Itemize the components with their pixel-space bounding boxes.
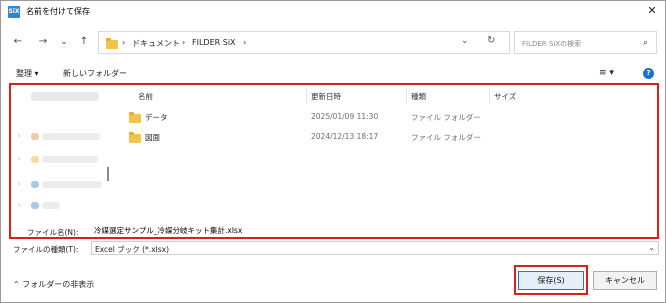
filetype-select[interactable]: Excel ブック (*.xlsx) ⌄ [91, 241, 659, 255]
back-arrow-icon[interactable]: ← [11, 35, 25, 49]
column-header-modified[interactable]: 更新日時 [311, 91, 341, 102]
column-divider[interactable] [406, 88, 407, 104]
dialog-title: 名前を付けて保存 [26, 7, 90, 16]
organize-menu[interactable]: 整理 ▾ [16, 68, 39, 79]
file-modified: 2025/01/09 11:30 [311, 112, 379, 121]
column-header-size[interactable]: サイズ [494, 91, 516, 102]
save-as-dialog: SiX 名前を付けて保存 ✕ ← → ⌄ ↑ › ドキュメント › FILDER… [0, 0, 666, 303]
chevron-down-icon[interactable]: ⌄ [648, 243, 655, 252]
hide-folders-toggle[interactable]: ⌃ フォルダーの非表示 [13, 279, 94, 290]
tree-expand-icon[interactable]: › [18, 155, 21, 163]
navigation-pane[interactable]: › › › › [11, 85, 109, 237]
title-bar: SiX 名前を付けて保存 ✕ [1, 1, 665, 23]
cancel-button[interactable]: キャンセル [593, 271, 657, 290]
tree-expand-icon[interactable]: › [18, 201, 21, 209]
file-name[interactable]: データ [145, 112, 168, 123]
filetype-value[interactable]: Excel ブック (*.xlsx) [95, 244, 169, 255]
folder-icon [106, 38, 118, 49]
search-box[interactable]: FILDER SiXの検索 ⌕ [514, 31, 657, 54]
breadcrumb-separator[interactable]: › [122, 38, 125, 47]
nav-item-blurred[interactable] [42, 181, 102, 188]
nav-item-icon-blurred [31, 156, 39, 163]
filename-label: ファイル名(N): [27, 228, 79, 237]
address-bar[interactable]: › ドキュメント › FILDER SiX › ⌄ ↻ [98, 31, 510, 54]
column-header-name[interactable]: 名前 [138, 91, 153, 102]
navigation-scrollbar[interactable] [107, 167, 109, 181]
nav-item-blurred[interactable] [42, 156, 98, 163]
new-folder-button[interactable]: 新しいフォルダー [63, 68, 127, 79]
file-name[interactable]: 図面 [145, 132, 160, 143]
folder-icon [129, 112, 141, 123]
recent-locations-chevron-icon[interactable]: ⌄ [57, 35, 71, 49]
breadcrumb-documents[interactable]: ドキュメント [132, 38, 180, 49]
filename-input[interactable]: 冷媒選定サンプル_冷媒分岐キット集計.xlsx [91, 223, 657, 237]
view-options-icon[interactable]: ≡ ▾ [599, 68, 614, 78]
nav-item-blurred[interactable] [42, 133, 100, 140]
search-placeholder[interactable]: FILDER SiXの検索 [522, 39, 581, 49]
filetype-label: ファイルの種類(T): [13, 245, 79, 254]
file-browser-panel: › › › › 名前 更新日時 種類 サイズ データ 2025/01/09 11… [9, 83, 659, 239]
folder-icon [129, 132, 141, 143]
breadcrumb-filder-six[interactable]: FILDER SiX [192, 38, 236, 47]
forward-arrow-icon[interactable]: → [36, 35, 50, 49]
address-dropdown-icon[interactable]: ⌄ [461, 36, 469, 46]
nav-item-blurred[interactable] [31, 92, 99, 101]
column-divider[interactable] [489, 88, 490, 104]
nav-item-blurred[interactable] [42, 202, 60, 209]
up-arrow-icon[interactable]: ↑ [77, 35, 91, 49]
tree-expand-icon[interactable]: › [18, 180, 21, 188]
column-header-type[interactable]: 種類 [411, 91, 426, 102]
search-icon[interactable]: ⌕ [643, 38, 648, 48]
breadcrumb-separator[interactable]: › [243, 38, 246, 47]
refresh-icon[interactable]: ↻ [487, 35, 495, 46]
column-divider[interactable] [306, 88, 307, 104]
nav-item-icon-blurred [31, 202, 39, 209]
breadcrumb-separator[interactable]: › [182, 38, 185, 47]
tree-expand-icon[interactable]: › [18, 132, 21, 140]
nav-item-icon-blurred [31, 133, 39, 140]
close-icon[interactable]: ✕ [645, 4, 659, 18]
file-type: ファイル フォルダー [411, 113, 481, 122]
nav-item-icon-blurred [31, 181, 39, 188]
help-icon[interactable]: ? [643, 68, 654, 79]
file-modified: 2024/12/13 18:17 [311, 132, 379, 141]
filename-value[interactable]: 冷媒選定サンプル_冷媒分岐キット集計.xlsx [94, 225, 242, 236]
app-icon: SiX [8, 6, 20, 18]
file-type: ファイル フォルダー [411, 133, 481, 142]
save-button[interactable]: 保存(S) [518, 271, 584, 290]
